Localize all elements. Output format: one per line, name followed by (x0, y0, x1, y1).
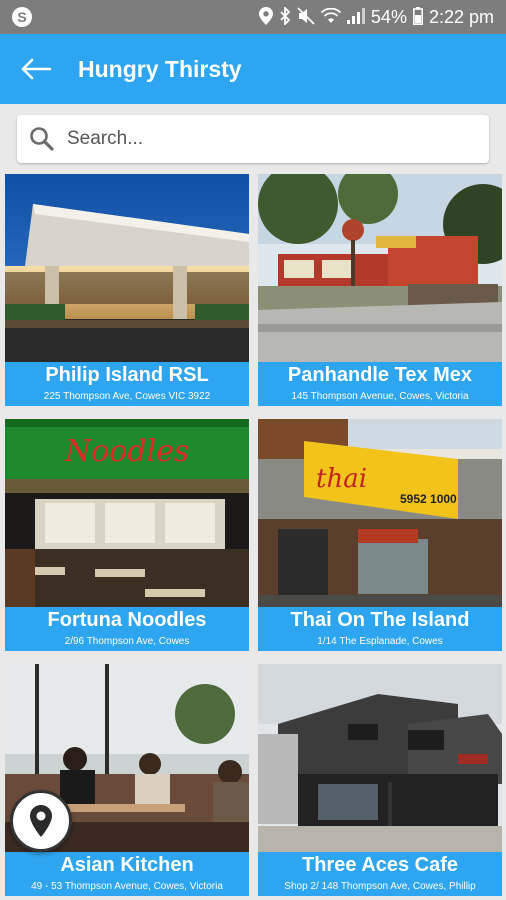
venue-photo (258, 174, 502, 362)
search-icon (30, 127, 54, 151)
venue-photo: Noodles (5, 419, 249, 607)
venue-grid: Philip Island RSL 225 Thompson Ave, Cowe… (0, 174, 506, 900)
location-icon (258, 6, 273, 28)
map-button[interactable] (10, 790, 72, 852)
status-bar: S 54% 2:22 pm (0, 0, 506, 34)
battery-icon (412, 6, 423, 28)
venue-card[interactable]: Philip Island RSL 225 Thompson Ave, Cowe… (5, 174, 249, 406)
venue-card[interactable]: Three Aces Cafe Shop 2/ 148 Thompson Ave… (258, 664, 502, 896)
signal-icon (346, 7, 365, 27)
app-bar: Hungry Thirsty (0, 34, 506, 104)
venue-address: 145 Thompson Avenue, Cowes, Victoria (291, 391, 469, 402)
wifi-icon (320, 7, 342, 27)
venue-address: 49 - 53 Thompson Avenue, Cowes, Victoria (31, 881, 223, 892)
fortuna-sign: Noodles (64, 434, 189, 469)
venue-card[interactable]: Asian Kitchen 49 - 53 Thompson Avenue, C… (5, 664, 249, 896)
page-title: Hungry Thirsty (78, 55, 242, 82)
thai-sign: thai (316, 464, 367, 494)
search-input[interactable] (67, 128, 467, 150)
battery-percent: 54% (370, 6, 407, 27)
venue-name: Asian Kitchen (60, 854, 194, 876)
bluetooth-icon (279, 5, 291, 28)
search-area (0, 104, 506, 174)
mute-icon (297, 6, 315, 28)
venue-address: 2/96 Thompson Ave, Cowes (64, 636, 190, 647)
venue-card[interactable]: thai 5952 1000 Thai On The Island 1/14 T… (258, 419, 502, 651)
venue-address: Shop 2/ 148 Thompson Ave, Cowes, Phillip (284, 881, 476, 892)
venue-address: 225 Thompson Ave, Cowes VIC 3922 (43, 391, 211, 402)
back-button[interactable] (18, 51, 54, 87)
sync-icon: S (12, 7, 32, 27)
venue-card[interactable]: Panhandle Tex Mex 145 Thompson Avenue, C… (258, 174, 502, 406)
venue-name: Thai On The Island (290, 609, 470, 631)
venue-name: Fortuna Noodles (47, 609, 207, 631)
venue-card[interactable]: Noodles Fortuna Noodles 2/96 Thompson Av… (5, 419, 249, 651)
venue-photo: thai 5952 1000 (258, 419, 502, 607)
search-box[interactable] (17, 115, 489, 163)
venue-address: 1/14 The Esplanade, Cowes (317, 636, 443, 647)
arrow-left-icon (21, 58, 52, 80)
venue-name: Three Aces Cafe (302, 854, 458, 876)
venue-photo (258, 664, 502, 852)
venue-photo (5, 174, 249, 362)
venue-name: Panhandle Tex Mex (287, 364, 473, 386)
venue-name: Philip Island RSL (45, 364, 209, 386)
thai-phone: 5952 1000 (400, 492, 457, 506)
clock: 2:22 pm (428, 6, 494, 27)
map-pin-icon (30, 805, 52, 837)
